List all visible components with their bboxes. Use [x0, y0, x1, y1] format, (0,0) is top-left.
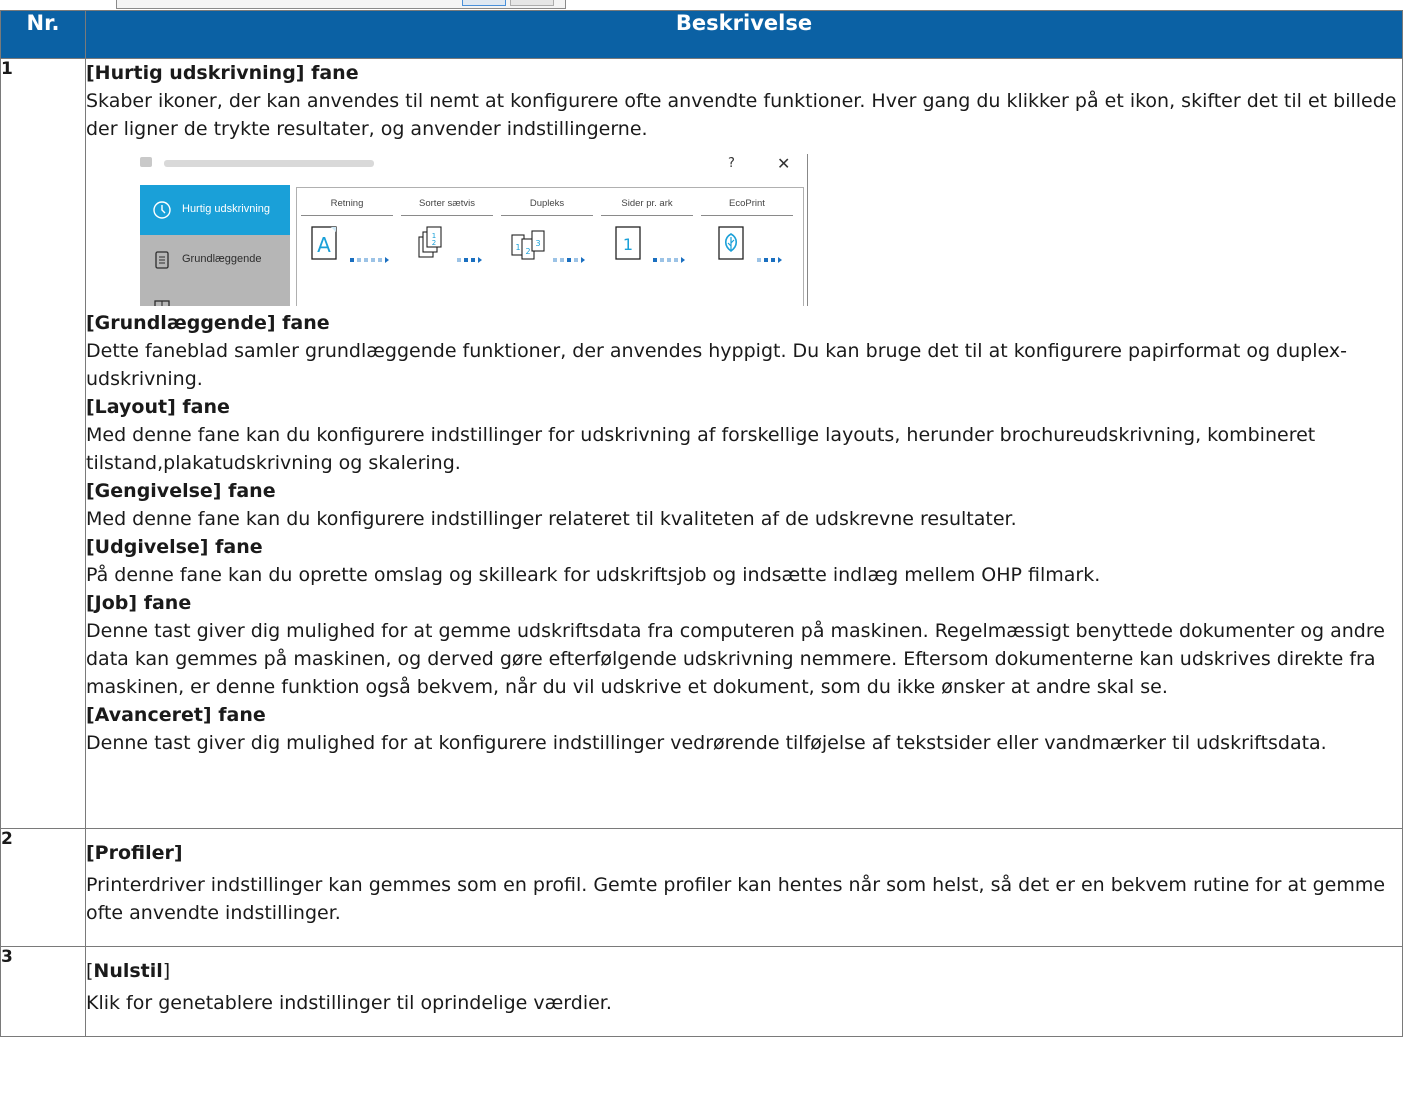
row-description: [Nulstil] Klik for genetablere indstilli…: [85, 946, 1403, 1037]
svg-text:2: 2: [525, 247, 530, 256]
svg-text:1: 1: [515, 243, 520, 252]
cancel-button-fragment[interactable]: [510, 0, 554, 6]
driver-dialog-screenshot: ? ✕ Hurtig udskrivning Grundlæggende Ret…: [118, 154, 814, 306]
dialog-titlebar: ? ✕: [118, 154, 808, 176]
option-label: Retning: [330, 198, 364, 209]
section-text: Skaber ikoner, der kan anvendes til nemt…: [86, 90, 1397, 140]
option-sorter-saetvis[interactable]: Sorter sætvis 1 2: [397, 188, 497, 267]
svg-text:3: 3: [535, 239, 540, 248]
row-number: 3: [0, 946, 86, 1037]
row-number: 2: [0, 828, 86, 947]
row-number: 1: [0, 58, 86, 829]
window-frame-fragment: [116, 0, 566, 9]
tab-layout[interactable]: [140, 285, 290, 306]
section-text: Med denne fane kan du konfigurere indsti…: [86, 508, 1017, 530]
section-title: [Gengivelse] fane: [86, 480, 276, 502]
table-row: 3 [Nulstil] Klik for genetablere indstil…: [0, 946, 1403, 1037]
collate-icon: 1 2: [418, 226, 443, 258]
option-dots: [349, 257, 389, 263]
row-description: [Profiler] Printerdriver indstillinger k…: [85, 828, 1403, 947]
section-text: Klik for genetablere indstillinger til o…: [86, 992, 612, 1014]
separator-line: [301, 215, 393, 216]
option-dupleks[interactable]: Dupleks 1 2 3: [497, 188, 597, 267]
tab-sidebar: Hurtig udskrivning Grundlæggende: [140, 185, 290, 306]
layout-icon: [154, 300, 170, 306]
option-label: EcoPrint: [729, 198, 765, 209]
section-title: [Nulstil]: [86, 957, 1402, 985]
ok-button-fragment[interactable]: [462, 0, 506, 6]
section-text: Denne tast giver dig mulighed for at gem…: [86, 620, 1385, 698]
section-title: [Grundlæggende] fane: [86, 312, 330, 334]
duplex-icon: 1 2 3: [511, 230, 545, 260]
option-retning[interactable]: Retning A: [297, 188, 397, 267]
section-title: [Layout] fane: [86, 396, 230, 418]
option-dots: [756, 257, 782, 263]
table-row: 1 [Hurtig udskrivning] fane Skaber ikone…: [0, 58, 1403, 829]
ecoprint-icon: [718, 226, 745, 260]
section-text: På denne fane kan du oprette omslag og s…: [86, 564, 1101, 586]
separator-line: [601, 215, 693, 216]
tab-label: Grundlæggende: [182, 253, 262, 265]
separator-line: [401, 215, 493, 216]
separator-line: [701, 215, 793, 216]
section-title: [Avanceret] fane: [86, 704, 266, 726]
bracket-close: ]: [162, 960, 171, 982]
section-text: Denne tast giver dig mulighed for at kon…: [86, 732, 1327, 754]
description-table: Nr. Beskrivelse 1 [Hurtig udskrivning] f…: [0, 10, 1403, 1037]
section-title: [Udgivelse] fane: [86, 536, 263, 558]
orientation-icon: A: [311, 226, 338, 260]
section-title: [Hurtig udskrivning] fane: [86, 62, 359, 84]
header-description: Beskrivelse: [85, 10, 1403, 59]
row-description: [Hurtig udskrivning] fane Skaber ikoner,…: [85, 58, 1403, 829]
document-icon: [155, 251, 169, 269]
quick-print-panel: Retning A Sorter sætvis 1 2 Dupleks 1 2 …: [296, 187, 804, 306]
section-title: [Profiler]: [86, 842, 183, 864]
pages-per-sheet-icon: 1: [615, 226, 641, 260]
clock-icon: [153, 201, 171, 219]
tab-label: Hurtig udskrivning: [182, 203, 271, 215]
section-text: Dette faneblad samler grundlæggende funk…: [86, 340, 1347, 390]
option-ecoprint[interactable]: EcoPrint: [697, 188, 797, 267]
tab-grundlaeggende[interactable]: Grundlæggende: [140, 235, 290, 285]
option-label: Sorter sætvis: [419, 198, 475, 209]
option-label: Dupleks: [529, 198, 565, 209]
option-label: Sider pr. ark: [621, 198, 673, 209]
svg-text:1: 1: [623, 235, 633, 254]
option-dots: [653, 257, 686, 263]
svg-text:2: 2: [432, 239, 436, 247]
option-sider-pr-ark[interactable]: Sider pr. ark 1: [597, 188, 697, 267]
header-nr: Nr.: [0, 10, 86, 59]
tab-hurtig-udskrivning[interactable]: Hurtig udskrivning: [140, 185, 290, 235]
title-bold: Nulstil: [93, 960, 163, 982]
section-title: [Job] fane: [86, 592, 192, 614]
section-text: Printerdriver indstillinger kan gemmes s…: [86, 874, 1386, 924]
section-text: Med denne fane kan du konfigurere indsti…: [86, 424, 1316, 474]
help-icon[interactable]: ?: [728, 156, 735, 171]
option-dots: [553, 257, 586, 263]
blurred-window-title: [164, 160, 374, 167]
table-row: 2 [Profiler] Printerdriver indstillinger…: [0, 828, 1403, 947]
table-header-row: Nr. Beskrivelse: [0, 10, 1403, 59]
printer-icon: [140, 157, 152, 167]
separator-line: [501, 215, 593, 216]
dialog-border: [807, 154, 808, 306]
close-icon[interactable]: ✕: [777, 154, 790, 173]
svg-text:A: A: [318, 233, 332, 257]
option-dots: [456, 257, 482, 263]
